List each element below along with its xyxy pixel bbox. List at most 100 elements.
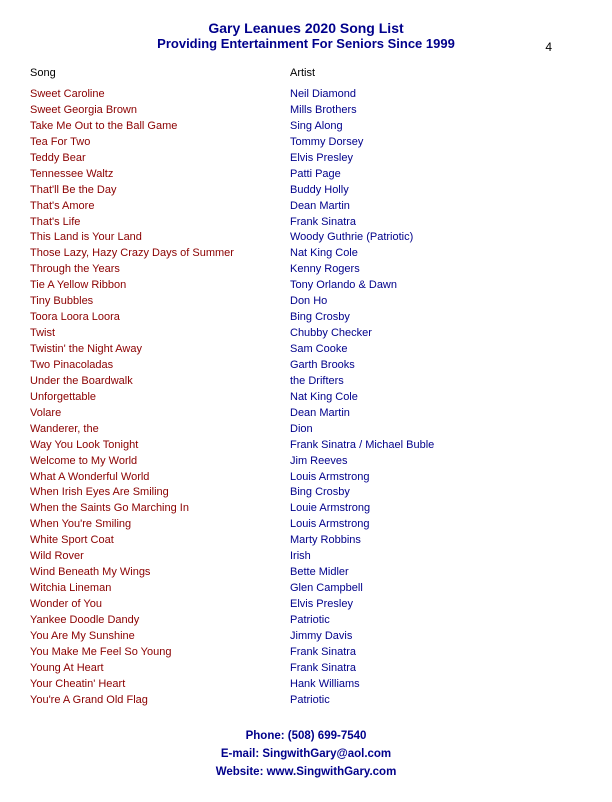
song-artist: the Drifters: [290, 374, 582, 390]
song-name: That'll Be the Day: [30, 183, 290, 199]
footer-website: Website: www.SingwithGary.com: [30, 763, 582, 781]
table-row: Through the YearsKenny Rogers: [30, 262, 582, 278]
page-number: 4: [545, 40, 552, 54]
song-name: You Are My Sunshine: [30, 629, 290, 645]
song-name: When You're Smiling: [30, 517, 290, 533]
table-row: Wonder of YouElvis Presley: [30, 597, 582, 613]
song-name: When Irish Eyes Are Smiling: [30, 485, 290, 501]
song-column-header: Song: [30, 67, 290, 79]
song-artist: Garth Brooks: [290, 358, 582, 374]
table-row: Way You Look TonightFrank Sinatra / Mich…: [30, 438, 582, 454]
song-name: Take Me Out to the Ball Game: [30, 119, 290, 135]
table-row: Sweet Georgia BrownMills Brothers: [30, 103, 582, 119]
song-artist: Elvis Presley: [290, 151, 582, 167]
song-name: Twist: [30, 326, 290, 342]
song-artist: Patriotic: [290, 693, 582, 709]
table-row: Twistin' the Night AwaySam Cooke: [30, 342, 582, 358]
page-header: Gary Leanues 2020 Song List Providing En…: [30, 20, 582, 51]
song-name: Witchia Lineman: [30, 581, 290, 597]
table-row: Two PinacoladasGarth Brooks: [30, 358, 582, 374]
table-row: White Sport CoatMarty Robbins: [30, 533, 582, 549]
song-name: What A Wonderful World: [30, 470, 290, 486]
song-name: Your Cheatin' Heart: [30, 677, 290, 693]
footer-phone: Phone: (508) 699-7540: [30, 727, 582, 745]
song-artist: Frank Sinatra: [290, 215, 582, 231]
table-row: Witchia LinemanGlen Campbell: [30, 581, 582, 597]
table-row: Tea For TwoTommy Dorsey: [30, 135, 582, 151]
song-artist: Bette Midler: [290, 565, 582, 581]
song-artist: Tommy Dorsey: [290, 135, 582, 151]
footer-email: E-mail: SingwithGary@aol.com: [30, 745, 582, 763]
song-name: Tea For Two: [30, 135, 290, 151]
table-row: You're A Grand Old FlagPatriotic: [30, 693, 582, 709]
header-title: Gary Leanues 2020 Song List: [30, 20, 582, 36]
song-artist: Dion: [290, 422, 582, 438]
song-name: Volare: [30, 406, 290, 422]
song-name: This Land is Your Land: [30, 230, 290, 246]
song-name: Through the Years: [30, 262, 290, 278]
song-artist: Nat King Cole: [290, 390, 582, 406]
song-artist: Dean Martin: [290, 406, 582, 422]
song-artist: Mills Brothers: [290, 103, 582, 119]
table-row: Tie A Yellow RibbonTony Orlando & Dawn: [30, 278, 582, 294]
song-name: Tennessee Waltz: [30, 167, 290, 183]
table-row: VolareDean Martin: [30, 406, 582, 422]
table-row: Tiny BubblesDon Ho: [30, 294, 582, 310]
song-artist: Frank Sinatra: [290, 645, 582, 661]
table-row: Sweet CarolineNeil Diamond: [30, 87, 582, 103]
song-name: Teddy Bear: [30, 151, 290, 167]
song-artist: Buddy Holly: [290, 183, 582, 199]
song-name: Unforgettable: [30, 390, 290, 406]
footer: Phone: (508) 699-7540 E-mail: SingwithGa…: [30, 727, 582, 782]
song-name: Twistin' the Night Away: [30, 342, 290, 358]
song-name: Yankee Doodle Dandy: [30, 613, 290, 629]
song-name: Welcome to My World: [30, 454, 290, 470]
song-name: That's Amore: [30, 199, 290, 215]
song-artist: Tony Orlando & Dawn: [290, 278, 582, 294]
song-name: Wonder of You: [30, 597, 290, 613]
table-row: That'll Be the DayBuddy Holly: [30, 183, 582, 199]
table-row: Toora Loora LooraBing Crosby: [30, 310, 582, 326]
song-name: Wild Rover: [30, 549, 290, 565]
song-artist: Glen Campbell: [290, 581, 582, 597]
table-row: You Make Me Feel So YoungFrank Sinatra: [30, 645, 582, 661]
song-artist: Bing Crosby: [290, 310, 582, 326]
song-name: White Sport Coat: [30, 533, 290, 549]
table-row: Yankee Doodle DandyPatriotic: [30, 613, 582, 629]
song-artist: Neil Diamond: [290, 87, 582, 103]
table-row: Those Lazy, Hazy Crazy Days of SummerNat…: [30, 246, 582, 262]
song-name: Wanderer, the: [30, 422, 290, 438]
song-artist: Hank Williams: [290, 677, 582, 693]
song-artist: Sam Cooke: [290, 342, 582, 358]
song-name: Two Pinacoladas: [30, 358, 290, 374]
song-artist: Frank Sinatra / Michael Buble: [290, 438, 582, 454]
song-artist: Frank Sinatra: [290, 661, 582, 677]
table-row: Your Cheatin' HeartHank Williams: [30, 677, 582, 693]
artist-column-header: Artist: [290, 67, 582, 79]
table-row: Young At HeartFrank Sinatra: [30, 661, 582, 677]
song-artist: Elvis Presley: [290, 597, 582, 613]
song-artist: Bing Crosby: [290, 485, 582, 501]
song-name: Tie A Yellow Ribbon: [30, 278, 290, 294]
song-artist: Patti Page: [290, 167, 582, 183]
table-row: That's AmoreDean Martin: [30, 199, 582, 215]
song-artist: Nat King Cole: [290, 246, 582, 262]
song-artist: Don Ho: [290, 294, 582, 310]
header-subtitle: Providing Entertainment For Seniors Sinc…: [30, 36, 582, 51]
song-name: You're A Grand Old Flag: [30, 693, 290, 709]
song-artist: Louie Armstrong: [290, 501, 582, 517]
table-row: Wind Beneath My WingsBette Midler: [30, 565, 582, 581]
table-row: Wanderer, theDion: [30, 422, 582, 438]
song-artist: Jim Reeves: [290, 454, 582, 470]
song-name: Toora Loora Loora: [30, 310, 290, 326]
song-name: Way You Look Tonight: [30, 438, 290, 454]
song-artist: Woody Guthrie (Patriotic): [290, 230, 582, 246]
table-row: TwistChubby Checker: [30, 326, 582, 342]
song-name: Sweet Caroline: [30, 87, 290, 103]
song-artist: Kenny Rogers: [290, 262, 582, 278]
table-row: Teddy BearElvis Presley: [30, 151, 582, 167]
song-artist: Dean Martin: [290, 199, 582, 215]
table-row: That's LifeFrank Sinatra: [30, 215, 582, 231]
song-artist: Louis Armstrong: [290, 517, 582, 533]
song-name: Wind Beneath My Wings: [30, 565, 290, 581]
